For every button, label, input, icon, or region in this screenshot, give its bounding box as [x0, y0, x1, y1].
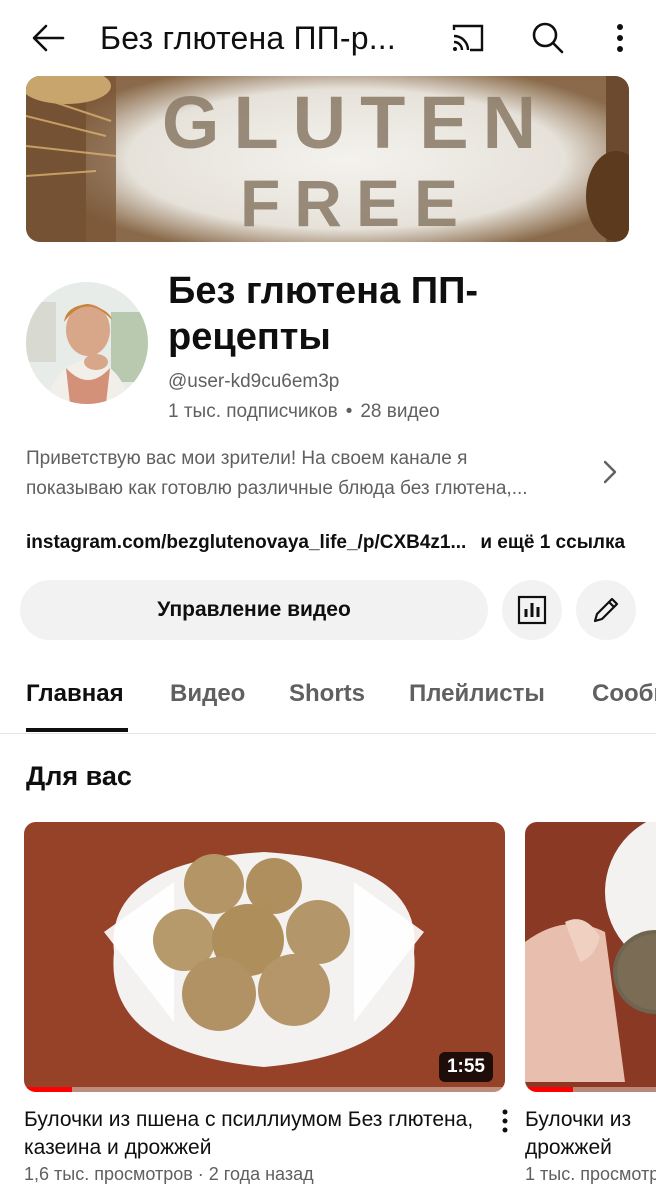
- pencil-icon: [593, 597, 619, 623]
- video-thumbnail[interactable]: 1:55: [24, 822, 505, 1092]
- subscriber-count: 1 тыс. подписчиков: [168, 401, 338, 422]
- back-button[interactable]: [26, 18, 70, 58]
- channel-tabs: Главная Видео Shorts Плейлисты Сообществ…: [0, 664, 656, 734]
- tab-videos[interactable]: Видео: [170, 678, 245, 710]
- more-options-button[interactable]: [598, 16, 642, 60]
- banner-text-free: FREE: [240, 166, 472, 240]
- watch-progress-fill: [525, 1087, 573, 1092]
- channel-handle: @user-kd9cu6em3p: [168, 371, 340, 392]
- channel-avatar[interactable]: [26, 282, 148, 404]
- tab-playlists[interactable]: Плейлисты: [409, 678, 545, 710]
- tab-shorts[interactable]: Shorts: [289, 678, 365, 710]
- search-icon: [532, 22, 564, 54]
- channel-links: instagram.com/bezglutenovaya_life_/p/CXB…: [26, 530, 636, 556]
- stats-separator: •: [345, 401, 353, 422]
- avatar-image: [26, 282, 148, 404]
- instagram-link[interactable]: instagram.com/bezglutenovaya_life_/p/CXB…: [26, 530, 466, 556]
- banner-image: GLUTEN FREE: [26, 76, 629, 242]
- section-title: Для вас: [26, 761, 132, 791]
- manage-videos-button[interactable]: Управление видео: [20, 580, 488, 640]
- more-links-button[interactable]: и ещё 1 ссылка: [480, 530, 625, 556]
- more-vertical-icon: [617, 24, 623, 52]
- tab-home[interactable]: Главная: [26, 678, 124, 710]
- edit-channel-button[interactable]: [576, 580, 636, 640]
- chevron-right-icon: [603, 460, 617, 484]
- page-title: Без глютена ПП-р...: [100, 20, 396, 56]
- video-duration: 1:55: [438, 1052, 493, 1082]
- video-title[interactable]: Булочки из дрожжей: [525, 1106, 656, 1162]
- top-app-bar: Без глютена ПП-р...: [0, 0, 656, 76]
- active-tab-indicator: [26, 728, 128, 732]
- thumbnail-image: [24, 822, 505, 1092]
- video-count: 28 видео: [360, 401, 440, 422]
- video-meta: 1 тыс. просмотров: [525, 1164, 656, 1184]
- analytics-button[interactable]: [502, 580, 562, 640]
- thumbnail-image: [525, 822, 656, 1092]
- video-thumbnail[interactable]: [525, 822, 656, 1092]
- description-expand-button[interactable]: [596, 458, 624, 486]
- analytics-icon: [517, 595, 547, 625]
- search-button[interactable]: [526, 16, 570, 60]
- channel-stats: 1 тыс. подписчиков • 28 видео: [168, 400, 440, 424]
- arrow-left-icon: [32, 24, 65, 52]
- watch-progress-fill: [24, 1087, 73, 1092]
- channel-description[interactable]: Приветствую вас мои зрители! На своем ка…: [26, 444, 586, 504]
- watch-progress-bar: [24, 1087, 505, 1092]
- watch-progress-bar: [525, 1087, 656, 1092]
- video-options-button[interactable]: [490, 1106, 520, 1136]
- tab-community[interactable]: Сообщество: [592, 678, 656, 710]
- more-vertical-icon: [502, 1109, 508, 1133]
- cast-button[interactable]: [446, 16, 490, 60]
- video-title[interactable]: Булочки из пшена с псиллиумом Без глютен…: [24, 1106, 484, 1162]
- cast-icon: [452, 24, 484, 52]
- channel-banner: GLUTEN FREE: [26, 76, 629, 242]
- channel-name: Без глютена ПП-рецепты: [168, 270, 479, 358]
- video-meta: 1,6 тыс. просмотров · 2 года назад: [24, 1164, 314, 1184]
- banner-text-gluten: GLUTEN: [162, 81, 550, 164]
